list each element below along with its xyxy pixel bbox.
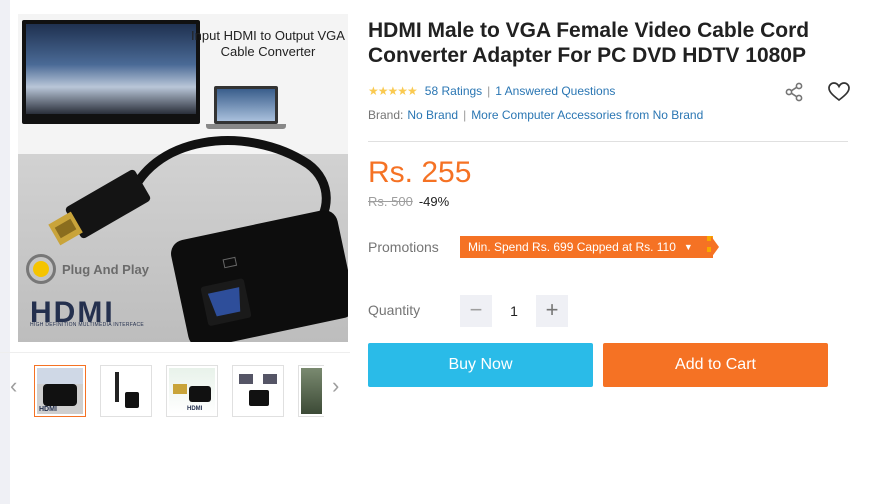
brand-link[interactable]: No Brand (407, 108, 458, 122)
rating-stars-icon: ★★★★★ (368, 84, 418, 98)
brand-row: Brand: No Brand | More Computer Accessor… (368, 108, 703, 122)
current-price: Rs. 255 (368, 156, 472, 189)
chevron-left-icon[interactable]: ‹ (10, 375, 17, 397)
product-main-image[interactable]: Input HDMI to Output VGA Cable Converter… (18, 14, 348, 342)
share-icon[interactable] (784, 82, 804, 102)
thumbnail-1[interactable]: HDMI (34, 365, 86, 417)
old-price-row: Rs. 500 -49% (368, 194, 449, 209)
plus-icon[interactable]: + (536, 295, 568, 327)
thumbnail-4[interactable] (232, 365, 284, 417)
promotion-text: Min. Spend Rs. 699 Capped at Rs. 110 (468, 240, 676, 254)
adapter-illustration (48, 136, 348, 342)
plug-and-play-badge: Plug And Play (26, 254, 149, 284)
add-to-cart-button[interactable]: Add to Cart (603, 343, 828, 387)
brand-label: Brand: (368, 108, 404, 122)
heart-icon[interactable] (828, 82, 850, 102)
buy-now-button[interactable]: Buy Now (368, 343, 593, 387)
caret-down-icon: ▼ (683, 242, 693, 252)
quantity-label: Quantity (368, 302, 421, 318)
thumbnail-strip: ‹ HDMI HDMI › (0, 352, 350, 424)
product-title: HDMI Male to VGA Female Video Cable Cord… (368, 19, 810, 67)
chevron-right-icon[interactable]: › (332, 375, 339, 397)
thumbnail-2[interactable] (100, 365, 152, 417)
ratings-link[interactable]: 58 Ratings (425, 84, 482, 98)
rating-row: ★★★★★ 58 Ratings | 1 Answered Questions (368, 84, 615, 98)
thumbnail-5[interactable] (298, 365, 324, 417)
plug-and-play-text: Plug And Play (62, 261, 149, 277)
quantity-value[interactable]: 1 (492, 295, 536, 327)
thumbnail-3[interactable]: HDMI (166, 365, 218, 417)
separator: | (463, 108, 467, 122)
promotions-label: Promotions (368, 239, 439, 255)
hdmi-logo-subtitle: HIGH DEFINITION MULTIMEDIA INTERFACE (30, 322, 145, 328)
original-price: Rs. 500 (368, 194, 413, 209)
separator: | (487, 84, 491, 98)
divider (368, 141, 848, 142)
more-from-brand-link[interactable]: More Computer Accessories from No Brand (471, 108, 703, 122)
minus-icon[interactable]: − (460, 295, 492, 327)
discount-percent: -49% (418, 194, 450, 209)
plug-icon (26, 254, 56, 284)
answered-questions-link[interactable]: 1 Answered Questions (495, 84, 615, 98)
promotion-tag[interactable]: Min. Spend Rs. 699 Capped at Rs. 110 ▼ (460, 236, 719, 258)
